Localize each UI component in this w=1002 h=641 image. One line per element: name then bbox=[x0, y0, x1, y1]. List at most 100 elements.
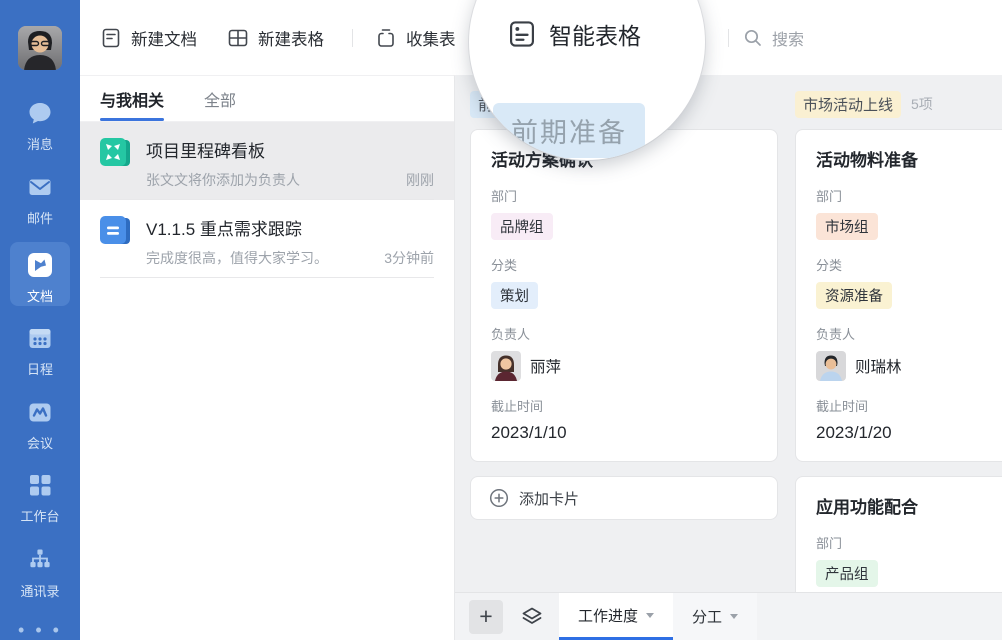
magnified-column-badge: 前期准备 bbox=[493, 103, 645, 158]
user-avatar[interactable] bbox=[18, 26, 62, 70]
sidebar-item-label: 通讯录 bbox=[20, 581, 59, 600]
add-card-button[interactable]: 添加卡片 bbox=[470, 476, 778, 520]
field-label: 分类 bbox=[816, 255, 1002, 274]
workbench-grid-icon bbox=[25, 470, 55, 500]
card-title: 活动物料准备 bbox=[816, 146, 1002, 171]
tab-related-to-me[interactable]: 与我相关 bbox=[100, 76, 164, 121]
field-label: 负责人 bbox=[491, 324, 757, 343]
layers-icon bbox=[519, 604, 545, 630]
smart-table-label: 智能表格 bbox=[549, 17, 641, 51]
chat-bubble-icon bbox=[25, 98, 55, 128]
sidebar-item-label: 工作台 bbox=[20, 506, 59, 525]
chevron-down-icon bbox=[730, 614, 738, 619]
dept-badge: 市场组 bbox=[816, 213, 878, 240]
field-label: 部门 bbox=[491, 186, 757, 205]
sidebar-item-label: 消息 bbox=[27, 134, 53, 153]
field-label: 部门 bbox=[816, 533, 1002, 552]
tab-label: 全部 bbox=[204, 87, 236, 111]
due-date: 2023/1/20 bbox=[816, 423, 1002, 443]
contacts-org-icon bbox=[25, 545, 55, 575]
owner-avatar bbox=[491, 351, 521, 381]
doc-timestamp: 3分钟前 bbox=[384, 248, 434, 268]
doc-list-item[interactable]: 项目里程碑看板 张文文将你添加为负责人 刚刚 bbox=[80, 122, 454, 200]
board-bottom-bar: + 工作进度 分工 bbox=[455, 592, 1002, 640]
add-view-button[interactable]: + bbox=[469, 600, 503, 634]
field-label: 部门 bbox=[816, 186, 1002, 205]
views-layers-button[interactable] bbox=[519, 604, 545, 630]
view-tab-label: 分工 bbox=[692, 606, 722, 627]
meeting-icon bbox=[25, 397, 55, 427]
document-list-panel: 与我相关 全部 项目里程碑看板 张文文将你添加为负责人 刚刚 bbox=[80, 75, 455, 640]
toolbar-divider bbox=[352, 29, 353, 47]
category-badge: 资源准备 bbox=[816, 282, 892, 309]
field-label: 负责人 bbox=[816, 324, 1002, 343]
plus-icon: + bbox=[479, 605, 492, 628]
add-card-label: 添加卡片 bbox=[519, 488, 579, 509]
docs-icon bbox=[25, 250, 55, 280]
sidebar-item-meeting[interactable]: 会议 bbox=[0, 397, 80, 452]
doc-list-item[interactable]: V1.1.5 重点需求跟踪 完成度很高，值得大家学习。 3分钟前 bbox=[80, 200, 454, 278]
column-name-badge: 市场活动上线 bbox=[795, 91, 901, 118]
chevron-down-icon bbox=[646, 613, 654, 618]
smart-table-icon bbox=[507, 19, 537, 49]
new-sheet-icon bbox=[227, 27, 249, 49]
smart-kanban-doc-icon bbox=[100, 138, 130, 168]
sidebar-item-contacts[interactable]: 通讯录 bbox=[0, 545, 80, 600]
view-tab-division[interactable]: 分工 bbox=[673, 593, 757, 640]
text-doc-icon bbox=[100, 216, 130, 246]
collect-form-button[interactable]: 收集表 bbox=[375, 0, 456, 75]
doc-title: 项目里程碑看板 bbox=[146, 137, 434, 162]
new-document-button[interactable]: 新建文档 bbox=[100, 0, 197, 75]
app-sidebar: 消息 邮件 文档 日程 会议 bbox=[0, 0, 80, 640]
kanban-card[interactable]: 应用功能配合 部门 产品组 bbox=[795, 476, 1002, 592]
view-tab-label: 工作进度 bbox=[578, 605, 638, 626]
card-title: 应用功能配合 bbox=[816, 493, 1002, 518]
mail-icon bbox=[25, 172, 55, 202]
kanban-card[interactable]: 活动方案确认 部门 品牌组 分类 策划 负责人 丽萍 截止时间 2023/1/1… bbox=[470, 129, 778, 462]
sidebar-more-button[interactable]: • • • bbox=[0, 620, 80, 641]
collect-form-label: 收集表 bbox=[406, 26, 456, 50]
sidebar-item-docs[interactable]: 文档 bbox=[0, 250, 80, 305]
docpanel-tabs: 与我相关 全部 bbox=[80, 76, 454, 122]
sidebar-item-workbench[interactable]: 工作台 bbox=[0, 470, 80, 525]
user-avatar-image bbox=[18, 26, 62, 70]
smart-table-button[interactable]: 智能表格 bbox=[507, 17, 641, 51]
new-document-icon bbox=[100, 27, 122, 49]
toolbar-divider bbox=[728, 29, 729, 47]
field-label: 分类 bbox=[491, 255, 757, 274]
collect-form-icon bbox=[375, 27, 397, 49]
doc-subtitle: 张文文将你添加为负责人 bbox=[146, 170, 398, 190]
more-dots-icon: • • • bbox=[18, 620, 62, 640]
sidebar-item-label: 文档 bbox=[27, 286, 53, 305]
dept-badge: 品牌组 bbox=[491, 213, 553, 240]
tab-label: 与我相关 bbox=[100, 87, 164, 111]
search-placeholder: 搜索 bbox=[772, 26, 804, 50]
dept-badge: 产品组 bbox=[816, 560, 878, 587]
field-label: 截止时间 bbox=[491, 396, 757, 415]
new-sheet-button[interactable]: 新建表格 bbox=[227, 0, 324, 75]
sidebar-item-label: 日程 bbox=[27, 359, 53, 378]
owner-name: 则瑞林 bbox=[855, 355, 902, 377]
view-tab-work-progress[interactable]: 工作进度 bbox=[559, 593, 673, 640]
doc-title: V1.1.5 重点需求跟踪 bbox=[146, 215, 434, 240]
field-label: 截止时间 bbox=[816, 396, 1002, 415]
kanban-card[interactable]: 活动物料准备 部门 市场组 分类 资源准备 负责人 则瑞林 截止时间 2023/… bbox=[795, 129, 1002, 462]
search-icon bbox=[743, 28, 763, 48]
list-divider bbox=[100, 277, 434, 278]
calendar-icon bbox=[25, 323, 55, 353]
owner-name: 丽萍 bbox=[530, 355, 561, 377]
sidebar-item-messages[interactable]: 消息 bbox=[0, 98, 80, 153]
search-button[interactable]: 搜索 bbox=[743, 0, 804, 75]
doc-subtitle: 完成度很高，值得大家学习。 bbox=[146, 248, 376, 268]
sidebar-item-label: 会议 bbox=[27, 433, 53, 452]
sidebar-item-mail[interactable]: 邮件 bbox=[0, 172, 80, 227]
column-count: 5项 bbox=[911, 94, 933, 114]
sidebar-item-calendar[interactable]: 日程 bbox=[0, 323, 80, 378]
tab-all[interactable]: 全部 bbox=[204, 76, 236, 121]
due-date: 2023/1/10 bbox=[491, 423, 757, 443]
doc-timestamp: 刚刚 bbox=[406, 170, 434, 190]
plus-circle-icon bbox=[489, 488, 509, 508]
new-sheet-label: 新建表格 bbox=[258, 26, 324, 50]
new-document-label: 新建文档 bbox=[131, 26, 197, 50]
owner-avatar bbox=[816, 351, 846, 381]
